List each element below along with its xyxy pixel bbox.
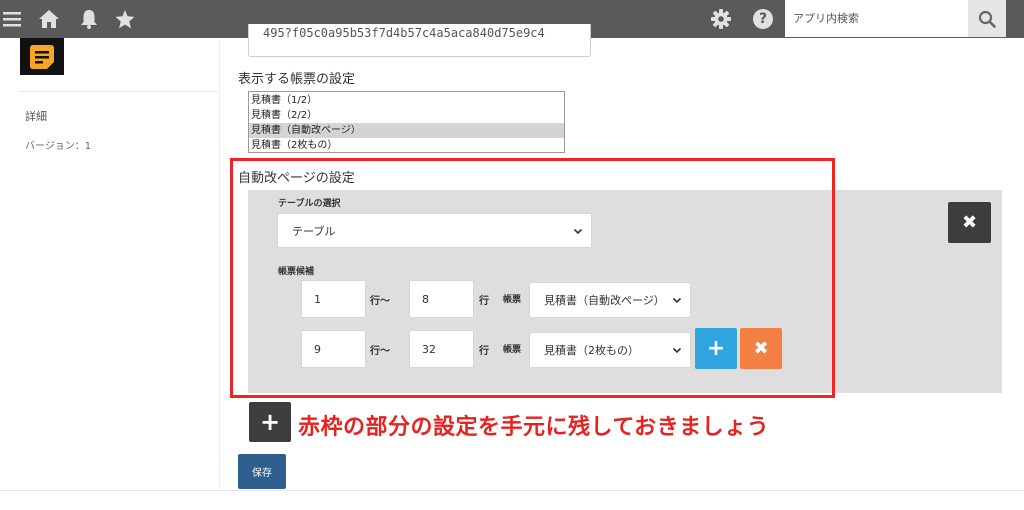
add-setting-button[interactable]: + (249, 402, 291, 442)
list-option-selected[interactable]: 見積書（自動改ページ） (249, 123, 564, 138)
app-logo (20, 38, 64, 75)
form-document-icon (30, 44, 54, 69)
version-label: バージョン：1 (25, 141, 92, 152)
hamburger-menu-icon[interactable] (0, 0, 24, 38)
row-from-unit: 行～ (370, 346, 390, 357)
id-field[interactable]: 495?f05c0a95b53f7d4b57c4a5aca840d75e9c4 (248, 24, 591, 57)
table-select[interactable]: テーブル (277, 213, 592, 248)
footer-divider (0, 490, 1024, 491)
row-to-input[interactable]: 8 (409, 280, 474, 318)
form-select-value: 見積書（2枚もの） (544, 344, 639, 357)
table-select-value: テーブル (292, 224, 336, 238)
add-row-button[interactable]: + (695, 328, 737, 369)
chevron-down-icon (672, 297, 682, 304)
form-select-value: 見積書（自動改ページ） (544, 294, 665, 307)
gear-icon[interactable] (708, 0, 734, 38)
chevron-down-icon (672, 347, 682, 354)
list-option[interactable]: 見積書（2/2） (249, 108, 564, 123)
close-icon: ✖ (961, 212, 978, 233)
search-button[interactable] (968, 0, 1006, 37)
close-icon: ✖ (753, 338, 769, 359)
list-option[interactable]: 見積書（2枚もの） (249, 138, 564, 153)
app-search-input[interactable] (785, 0, 968, 37)
row-from-input[interactable]: 9 (301, 330, 366, 368)
sidebar-border (219, 38, 220, 490)
save-button[interactable]: 保存 (238, 454, 286, 489)
form-candidates-label: 帳票候補 (278, 267, 315, 277)
row-to-unit: 行 (479, 346, 489, 357)
row-to-value: 32 (422, 342, 436, 356)
remove-setting-button[interactable]: ✖ (948, 202, 991, 243)
plus-icon: + (259, 408, 281, 436)
list-option[interactable]: 見積書（1/2） (249, 93, 564, 108)
row-to-input[interactable]: 32 (409, 330, 474, 368)
display-forms-listbox[interactable]: 見積書（1/2） 見積書（2/2） 見積書（自動改ページ） 見積書（2枚もの） (248, 91, 565, 153)
sidebar-divider (20, 91, 218, 92)
help-icon[interactable]: ? (750, 0, 776, 38)
plus-icon: + (706, 336, 726, 361)
auto-page-break-section-title: 自動改ページの設定 (238, 171, 355, 186)
search-icon (978, 10, 996, 28)
row-from-value: 9 (314, 342, 321, 356)
bell-icon[interactable] (76, 0, 102, 38)
annotation-text: 赤枠の部分の設定を手元に残しておきましょう (298, 415, 770, 440)
row-to-value: 8 (422, 292, 429, 306)
delete-row-button[interactable]: ✖ (740, 328, 782, 369)
chevron-down-icon (573, 228, 583, 235)
form-label: 帳票 (503, 295, 522, 305)
table-select-label: テーブルの選択 (278, 199, 341, 209)
id-field-value: 495?f05c0a95b53f7d4b57c4a5aca840d75e9c4 (263, 26, 545, 40)
sidebar-item-detail[interactable]: 詳細 (25, 108, 47, 124)
home-icon[interactable] (36, 0, 62, 38)
row-from-value: 1 (314, 292, 321, 306)
form-select[interactable]: 見積書（自動改ページ） (529, 282, 691, 318)
row-to-unit: 行 (479, 296, 489, 307)
form-select[interactable]: 見積書（2枚もの） (529, 332, 691, 368)
star-icon[interactable] (112, 0, 138, 38)
row-from-unit: 行～ (370, 296, 390, 307)
row-from-input[interactable]: 1 (301, 280, 366, 318)
form-label: 帳票 (503, 345, 522, 355)
display-forms-section-title: 表示する帳票の設定 (238, 72, 356, 87)
